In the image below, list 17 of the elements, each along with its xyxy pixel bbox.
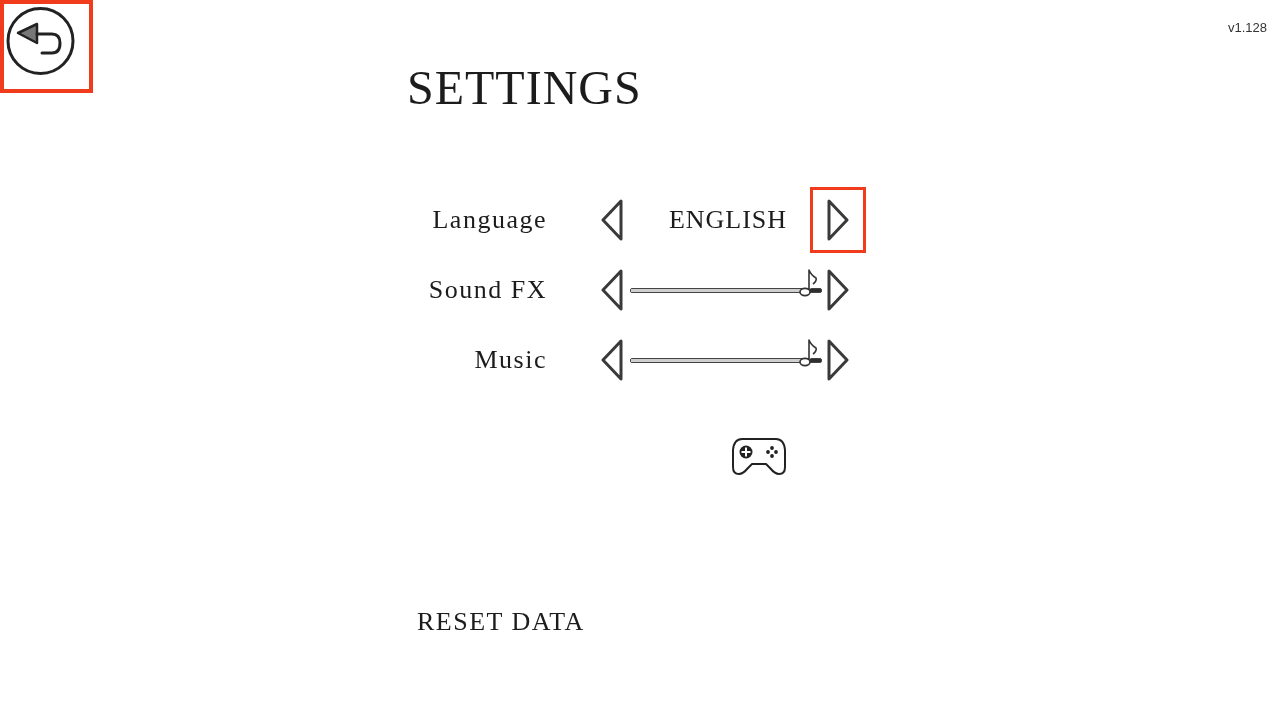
page-title: SETTINGS bbox=[407, 64, 642, 112]
setting-label: Language bbox=[432, 205, 547, 235]
back-button[interactable] bbox=[0, 0, 93, 93]
version-label: v1.128 bbox=[1227, 20, 1267, 35]
left-triangle-icon bbox=[600, 199, 624, 241]
language-value: ENGLISH bbox=[668, 205, 788, 235]
right-triangle-icon bbox=[826, 339, 850, 381]
next-button[interactable] bbox=[810, 187, 866, 253]
right-triangle-icon bbox=[826, 269, 850, 311]
left-triangle-icon bbox=[600, 339, 624, 381]
setting-label: Sound FX bbox=[428, 275, 547, 305]
music-note-slider-thumb[interactable] bbox=[797, 266, 818, 297]
right-triangle-icon bbox=[826, 199, 850, 241]
gamepad-icon[interactable] bbox=[732, 437, 786, 475]
setting-label: Music bbox=[474, 345, 547, 375]
left-triangle-icon bbox=[600, 269, 624, 311]
music-note-slider-thumb[interactable] bbox=[797, 336, 818, 367]
